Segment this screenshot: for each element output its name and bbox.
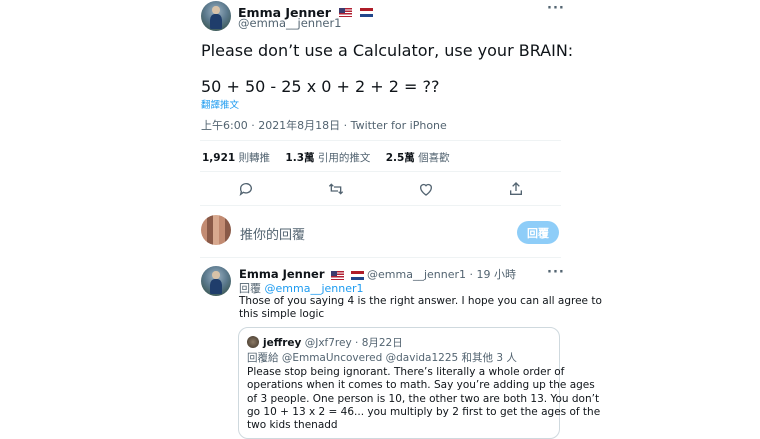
- quotes-count: 1.3萬: [285, 152, 315, 164]
- quoted-replying-to-users: @EmmaUncovered @davida1225 和其他 3 人: [281, 352, 517, 364]
- reply-button[interactable]: 回覆: [517, 221, 559, 244]
- reply-input[interactable]: 推你的回覆: [240, 224, 305, 243]
- quoted-text-line: go 10 + 13 x 2 = 46... you multiply by 2…: [247, 405, 601, 418]
- reply-text-line2: this simple logic: [239, 308, 325, 320]
- likes-stat[interactable]: 2.5萬 個喜歡: [386, 152, 450, 164]
- likes-count: 2.5萬: [385, 152, 415, 164]
- retweet-icon[interactable]: [328, 181, 344, 201]
- author-handle[interactable]: @emma__jenner1: [238, 16, 342, 30]
- replying-to-handle[interactable]: @emma__jenner1: [265, 282, 364, 295]
- divider: [200, 257, 561, 258]
- quoted-replying-to-label: 回覆給: [247, 352, 279, 364]
- more-icon[interactable]: ···: [547, 265, 565, 280]
- reply-author-handle[interactable]: @emma__jenner1: [367, 268, 466, 281]
- user-avatar-blurred[interactable]: [201, 215, 231, 245]
- retweets-label: 則轉推: [238, 152, 271, 164]
- retweets-count: 1,921: [202, 152, 236, 164]
- reply-text-line1: Those of you saying 4 is the right answe…: [239, 295, 602, 307]
- divider: [200, 171, 561, 172]
- flag-us-icon: [331, 270, 345, 280]
- quotes-label: 引用的推文: [317, 152, 371, 164]
- quoted-text-line: Please stop being ignorant. There’s lite…: [247, 366, 565, 378]
- likes-label: 個喜歡: [418, 152, 450, 164]
- tweet-timestamp[interactable]: 上午6:00 · 2021年8月18日 · Twitter for iPhone: [201, 117, 447, 133]
- share-icon[interactable]: [508, 181, 524, 201]
- translate-link[interactable]: 翻譯推文: [201, 97, 239, 111]
- quoted-date: · 8月22日: [355, 337, 403, 349]
- quoted-text: Please stop being ignorant. There’s lite…: [247, 366, 600, 432]
- quotes-stat[interactable]: 1.3萬 引用的推文: [285, 152, 373, 164]
- quoted-replying-to: 回覆給 @EmmaUncovered @davida1225 和其他 3 人: [247, 350, 517, 365]
- like-icon[interactable]: [418, 181, 434, 201]
- avatar-figure: [210, 13, 222, 29]
- quoted-author-avatar: [247, 336, 259, 348]
- divider: [200, 205, 561, 206]
- quoted-author-name: jeffrey: [263, 337, 302, 349]
- reply-icon[interactable]: [238, 181, 254, 201]
- flag-nl-icon: [350, 270, 364, 280]
- quoted-text-line: of 3 people. One person is 10, the other…: [247, 392, 600, 405]
- retweets-stat[interactable]: 1,921 則轉推: [202, 152, 273, 164]
- quoted-header: jeffrey @Jxf7rey · 8月22日: [263, 335, 403, 350]
- reply-time[interactable]: · 19 小時: [470, 268, 517, 281]
- reply-author-name[interactable]: Emma Jenner: [239, 267, 325, 281]
- reply-author-avatar[interactable]: [201, 266, 231, 296]
- author-avatar[interactable]: [201, 1, 231, 31]
- tweet-text-line1: Please don’t use a Calculator, use your …: [201, 41, 574, 60]
- flag-nl-icon: [360, 8, 374, 17]
- quoted-tweet[interactable]: jeffrey @Jxf7rey · 8月22日 回覆給 @EmmaUncove…: [238, 327, 600, 439]
- divider: [200, 140, 561, 141]
- quoted-text-line: operations when it comes to math. Say yo…: [247, 379, 595, 392]
- tweet-text-line2: 50 + 50 - 25 x 0 + 2 + 2 = ??: [201, 77, 440, 96]
- quoted-text-line: two kids thenadd: [247, 419, 338, 432]
- replying-to-label: 回覆: [239, 282, 261, 295]
- replying-to: 回覆 @emma__jenner1: [239, 280, 364, 296]
- stats-row: 1,921 則轉推 1.3萬 引用的推文 2.5萬 個喜歡: [202, 150, 450, 165]
- more-icon[interactable]: ···: [547, 1, 565, 16]
- quoted-author-handle: @Jxf7rey: [304, 337, 352, 349]
- avatar-figure: [210, 278, 222, 294]
